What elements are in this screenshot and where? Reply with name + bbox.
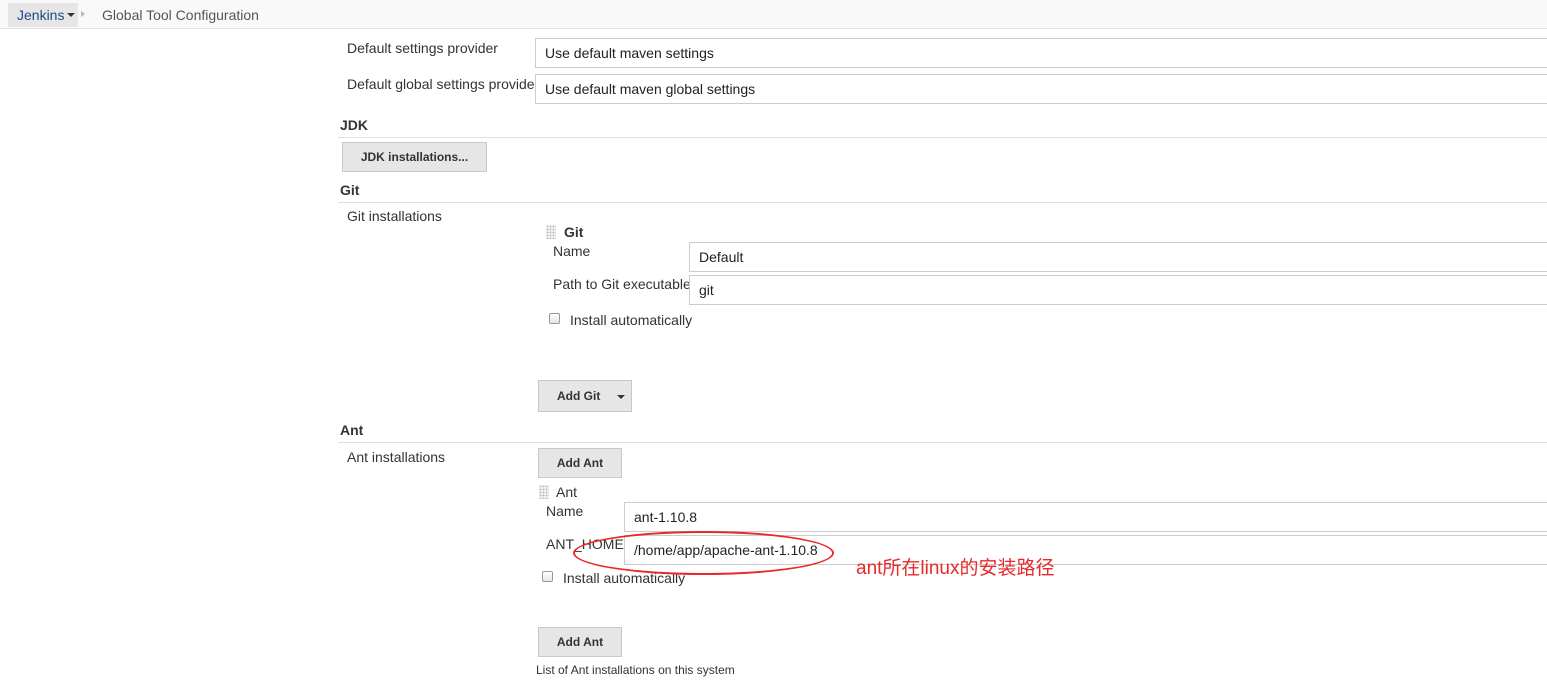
breadcrumb: Jenkins Global Tool Configuration bbox=[0, 0, 1547, 29]
jdk-installations-button[interactable]: JDK installations... bbox=[342, 142, 487, 172]
ant-name-input[interactable]: ant-1.10.8 bbox=[624, 502, 1547, 532]
chevron-down-icon[interactable] bbox=[617, 395, 625, 399]
default-settings-provider-label: Default settings provider bbox=[347, 40, 498, 56]
default-global-settings-provider-label: Default global settings provider bbox=[347, 76, 540, 92]
chevron-down-icon[interactable] bbox=[67, 13, 76, 17]
ant-section-title: Ant bbox=[340, 422, 364, 438]
drag-handle-icon[interactable] bbox=[539, 485, 549, 499]
ant-install-automatically-label: Install automatically bbox=[563, 570, 686, 586]
breadcrumb-jenkins-link[interactable]: Jenkins bbox=[8, 3, 78, 27]
chevron-right-icon bbox=[81, 11, 85, 17]
ant-home-input[interactable]: /home/app/apache-ant-1.10.8 bbox=[624, 535, 1547, 565]
git-name-input[interactable]: Default bbox=[689, 242, 1547, 272]
jdk-section-title: JDK bbox=[340, 117, 369, 133]
breadcrumb-root-label[interactable]: Jenkins bbox=[17, 7, 64, 23]
git-install-automatically-label: Install automatically bbox=[570, 312, 693, 328]
git-section-title: Git bbox=[340, 182, 360, 198]
jdk-section-divider bbox=[338, 137, 1547, 138]
default-settings-provider-select[interactable]: Use default maven settings bbox=[535, 38, 1547, 68]
breadcrumb-current-page: Global Tool Configuration bbox=[102, 7, 259, 23]
git-installation-title: Git bbox=[564, 224, 584, 240]
ant-installations-label: Ant installations bbox=[347, 449, 446, 465]
add-ant-button-bottom[interactable]: Add Ant bbox=[538, 627, 622, 657]
git-name-label: Name bbox=[553, 243, 591, 259]
add-ant-button-top[interactable]: Add Ant bbox=[538, 448, 622, 478]
git-installations-label: Git installations bbox=[347, 208, 442, 224]
add-git-button[interactable]: Add Git bbox=[538, 380, 632, 412]
git-path-input[interactable]: git bbox=[689, 275, 1547, 305]
git-path-label: Path to Git executable bbox=[553, 276, 691, 292]
ant-name-label: Name bbox=[546, 503, 584, 519]
drag-handle-icon[interactable] bbox=[546, 225, 556, 239]
annotation-text: ant所在linux的安装路径 bbox=[856, 558, 1055, 579]
add-git-button-label[interactable]: Add Git bbox=[557, 389, 600, 403]
git-section-divider bbox=[338, 202, 1547, 203]
ant-help-text: List of Ant installations on this system bbox=[536, 663, 735, 677]
ant-home-label: ANT_HOME bbox=[546, 536, 624, 552]
ant-installation-title: Ant bbox=[556, 484, 578, 500]
ant-install-automatically-checkbox[interactable] bbox=[542, 571, 553, 582]
default-global-settings-provider-select[interactable]: Use default maven global settings bbox=[535, 74, 1547, 104]
ant-section-divider bbox=[338, 442, 1547, 443]
git-install-automatically-checkbox[interactable] bbox=[549, 313, 560, 324]
